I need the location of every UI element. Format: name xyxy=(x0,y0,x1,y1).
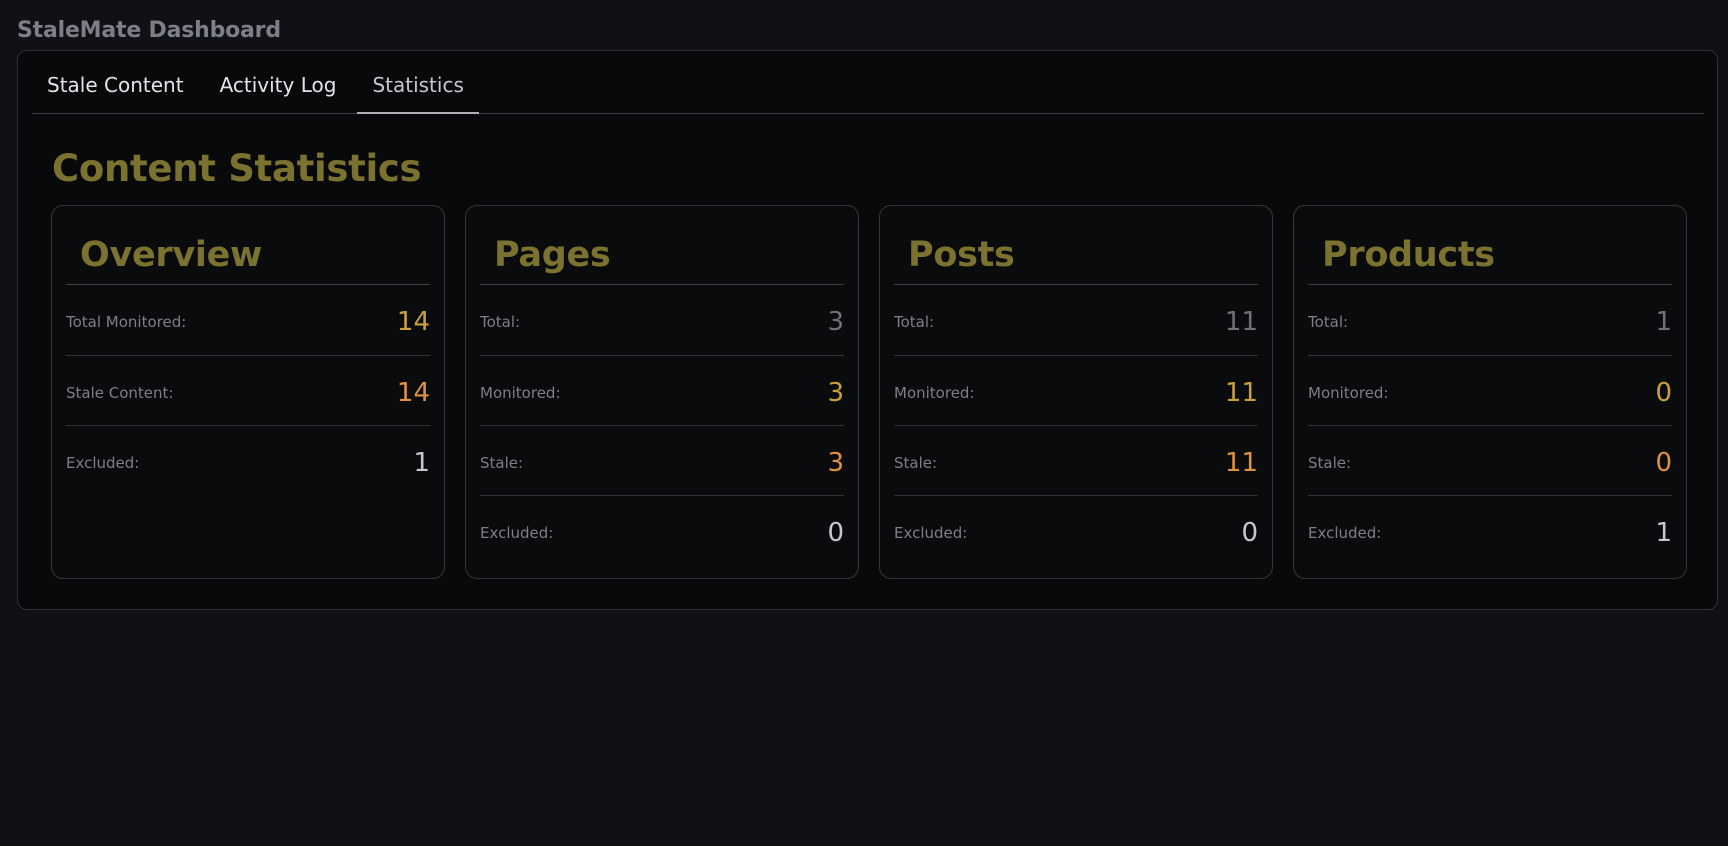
stat-label: Stale: xyxy=(1308,453,1352,472)
card-header: Pages xyxy=(480,206,844,285)
app-title: StaleMate Dashboard xyxy=(17,18,281,43)
stat-value: 11 xyxy=(1224,447,1258,478)
dashboard-panel: Stale Content Activity Log Statistics Co… xyxy=(17,50,1718,610)
stat-label: Stale Content: xyxy=(66,383,174,402)
stat-row-excluded: Excluded: 0 xyxy=(480,495,844,565)
stat-value: 3 xyxy=(827,447,844,478)
stat-label: Excluded: xyxy=(480,523,554,542)
stat-row-total: Total: 11 xyxy=(894,285,1258,355)
stat-value: 11 xyxy=(1224,377,1258,408)
stat-label: Total: xyxy=(894,313,935,331)
section-title: Content Statistics xyxy=(52,147,422,190)
card-title: Posts xyxy=(908,235,1015,275)
stat-row-stale-content: Stale Content: 14 xyxy=(66,355,430,425)
stat-value: 1 xyxy=(1655,307,1672,337)
stat-label: Monitored: xyxy=(894,383,975,402)
stat-value: 1 xyxy=(413,447,430,478)
stat-row-excluded: Excluded: 0 xyxy=(894,495,1258,565)
stat-row-total-monitored: Total Monitored: 14 xyxy=(66,285,430,355)
pages-card: Pages Total: 3 Monitored: 3 Stale: 3 Exc… xyxy=(465,205,859,579)
stat-row-stale: Stale: 11 xyxy=(894,425,1258,495)
stat-value: 3 xyxy=(827,307,844,337)
stat-row-monitored: Monitored: 0 xyxy=(1308,355,1672,425)
stat-value: 0 xyxy=(1655,447,1672,478)
tab-activity-log[interactable]: Activity Log xyxy=(205,51,352,113)
stat-label: Monitored: xyxy=(480,383,561,402)
stats-cards: Overview Total Monitored: 14 Stale Conte… xyxy=(51,205,1687,579)
stat-row-stale: Stale: 3 xyxy=(480,425,844,495)
products-card: Products Total: 1 Monitored: 0 Stale: 0 … xyxy=(1293,205,1687,579)
stat-row-excluded: Excluded: 1 xyxy=(1308,495,1672,565)
tab-bar: Stale Content Activity Log Statistics xyxy=(32,51,1704,114)
stat-label: Total: xyxy=(1308,313,1349,331)
stat-row-total: Total: 3 xyxy=(480,285,844,355)
stat-label: Stale: xyxy=(894,453,938,472)
stat-row-total: Total: 1 xyxy=(1308,285,1672,355)
stat-value: 1 xyxy=(1655,517,1672,548)
stat-label: Stale: xyxy=(480,453,524,472)
card-header: Overview xyxy=(66,206,430,285)
stat-row-monitored: Monitored: 3 xyxy=(480,355,844,425)
stat-label: Total Monitored: xyxy=(66,313,187,331)
stat-label: Monitored: xyxy=(1308,383,1389,402)
stat-label: Total: xyxy=(480,313,521,331)
stat-value: 3 xyxy=(827,377,844,408)
tab-statistics[interactable]: Statistics xyxy=(357,51,480,114)
tab-stale-content[interactable]: Stale Content xyxy=(32,51,199,113)
stat-row-monitored: Monitored: 11 xyxy=(894,355,1258,425)
stat-value: 0 xyxy=(1241,517,1258,548)
card-header: Posts xyxy=(894,206,1258,285)
stat-row-stale: Stale: 0 xyxy=(1308,425,1672,495)
stat-value: 14 xyxy=(396,377,430,408)
stat-label: Excluded: xyxy=(894,523,968,542)
stat-value: 0 xyxy=(827,517,844,548)
stat-label: Excluded: xyxy=(66,453,140,472)
stat-value: 11 xyxy=(1224,307,1258,337)
overview-card: Overview Total Monitored: 14 Stale Conte… xyxy=(51,205,445,579)
stat-value: 0 xyxy=(1655,377,1672,408)
stat-value: 14 xyxy=(396,307,430,337)
stat-label: Excluded: xyxy=(1308,523,1382,542)
stat-row-excluded: Excluded: 1 xyxy=(66,425,430,495)
card-title: Products xyxy=(1322,235,1495,275)
card-title: Overview xyxy=(80,235,263,275)
posts-card: Posts Total: 11 Monitored: 11 Stale: 11 … xyxy=(879,205,1273,579)
card-header: Products xyxy=(1308,206,1672,285)
card-title: Pages xyxy=(494,235,611,275)
